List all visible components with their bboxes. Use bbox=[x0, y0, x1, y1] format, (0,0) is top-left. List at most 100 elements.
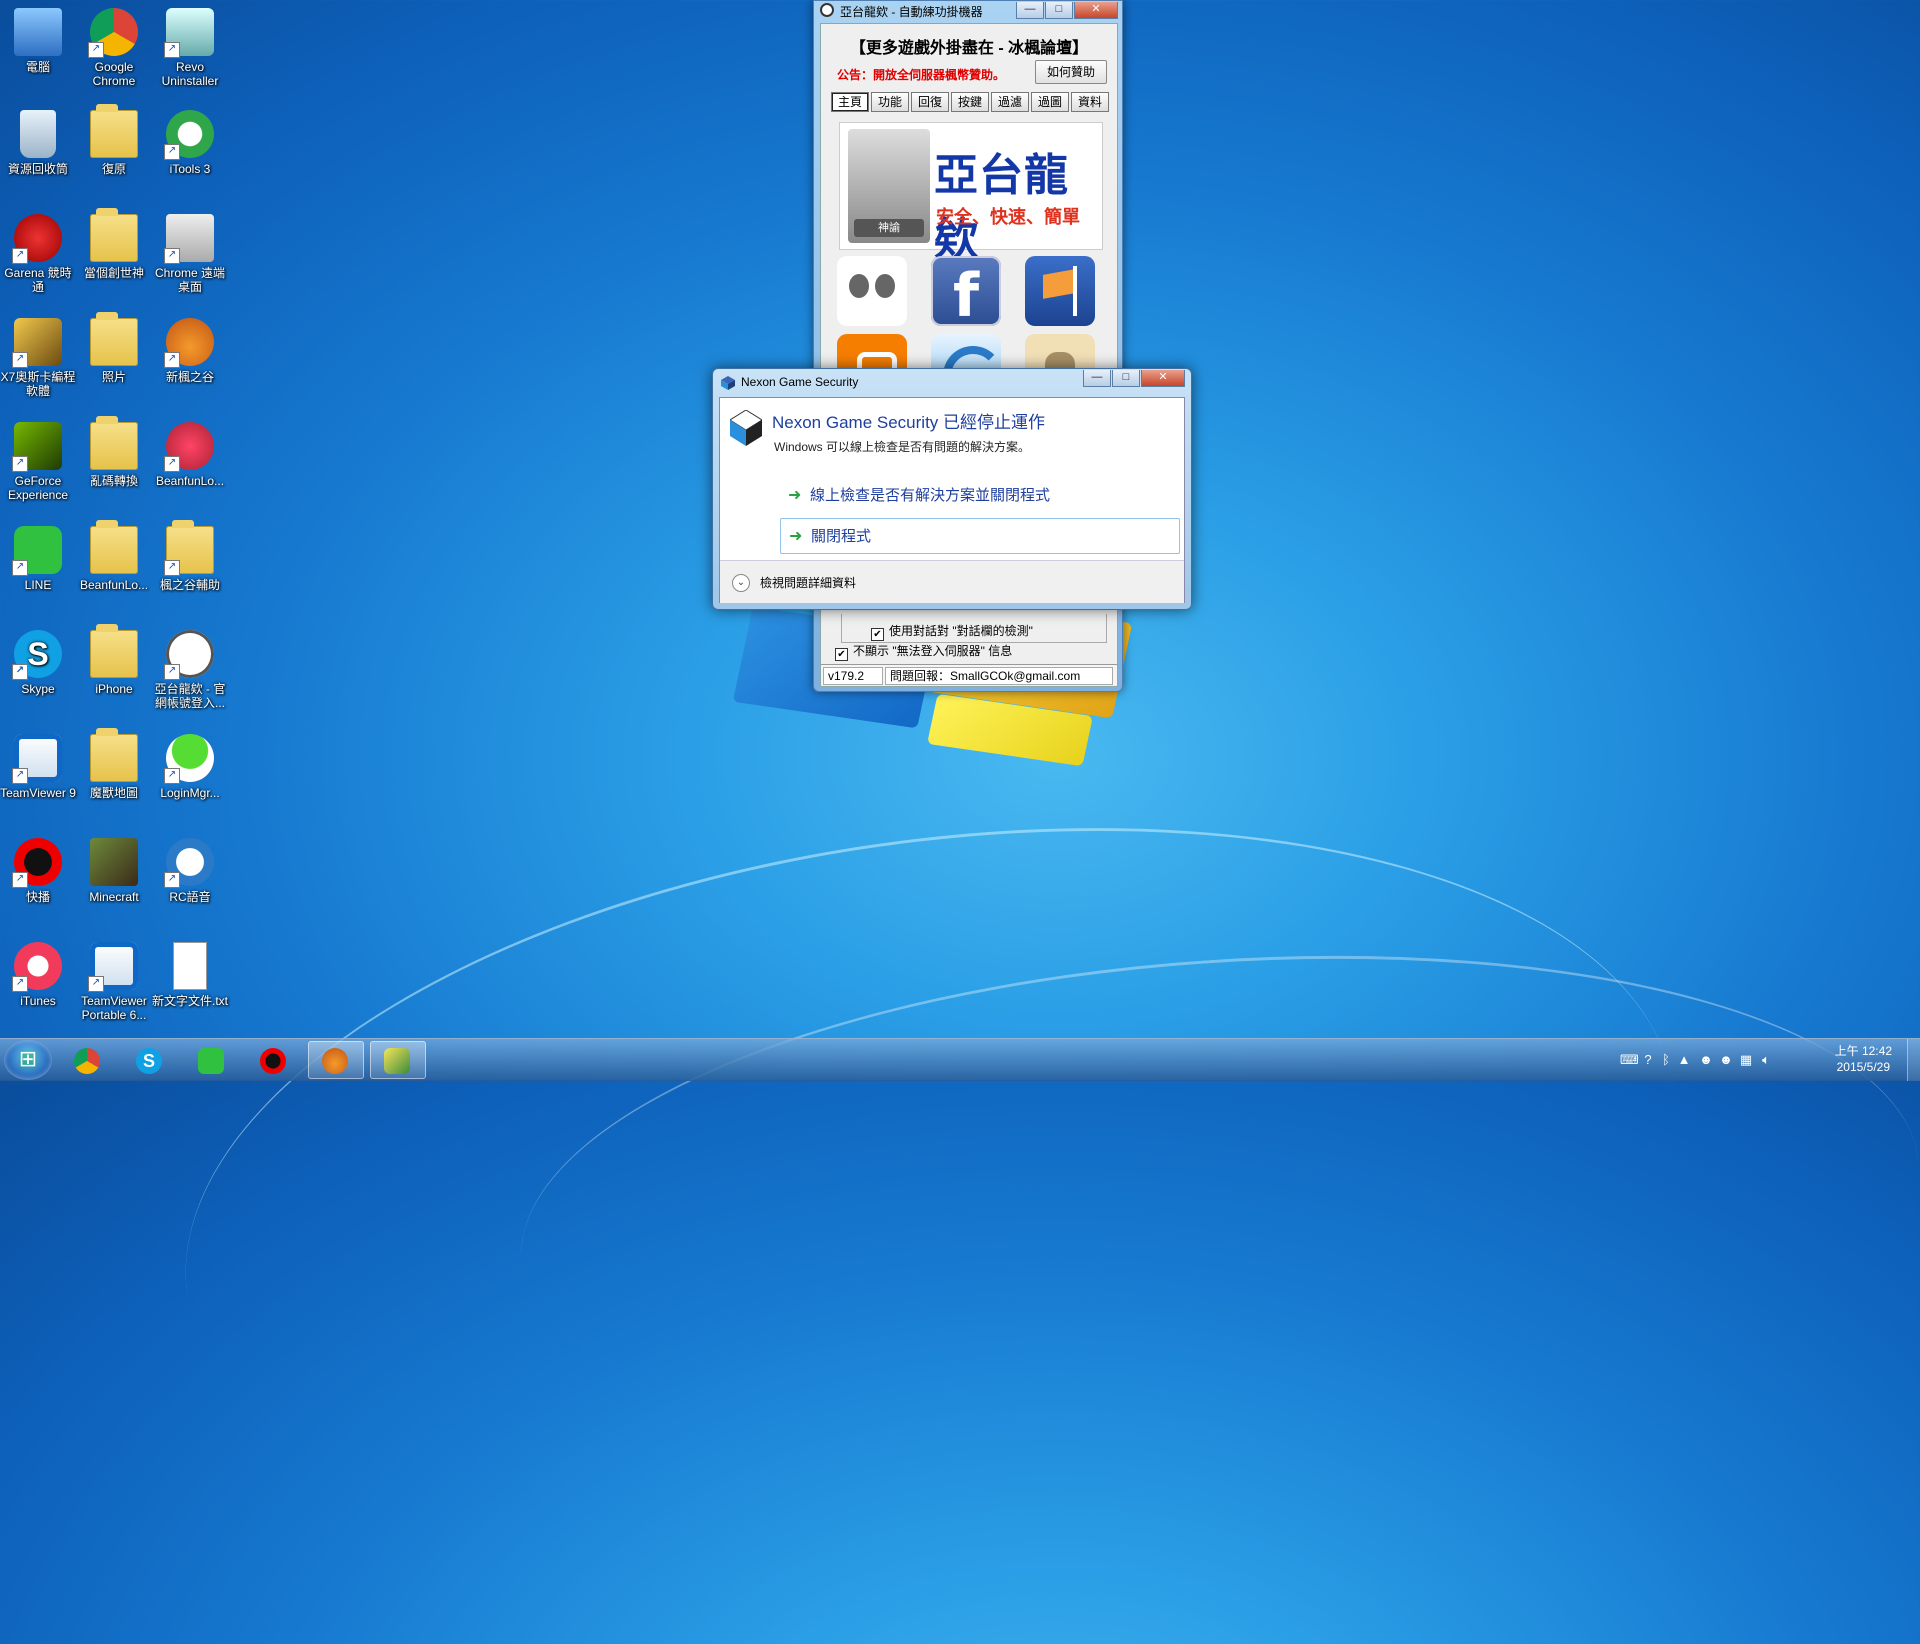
desktop-icon-rc-voice[interactable]: ↗ RC語音 bbox=[152, 838, 228, 904]
minimize-button[interactable]: — bbox=[1083, 370, 1111, 387]
check-online-button[interactable]: ➜ 線上檢查是否有解決方案並關閉程式 bbox=[780, 478, 1180, 514]
desktop-icon-chrome-remote[interactable]: ↗ Chrome 遠端桌面 bbox=[152, 214, 228, 294]
itunes-icon: ↗ bbox=[12, 942, 62, 992]
keyboard-icon[interactable]: ⌨ bbox=[1620, 1052, 1639, 1068]
folder-icon bbox=[90, 416, 138, 470]
option-hide-login-error[interactable]: ✔ 不顯示 "無法登入伺服器" 信息 bbox=[835, 642, 1012, 661]
desktop-icon-iphone-folder[interactable]: iPhone bbox=[76, 624, 152, 696]
mushroom-icon: ↗ bbox=[164, 734, 214, 784]
desktop-icon-beanfun[interactable]: ↗ BeanfunLo... bbox=[152, 422, 228, 488]
app-title: 亞台龍欸 - 自動練功掛機器 bbox=[840, 5, 983, 19]
taskbar-clock[interactable]: 上午 12:42 2015/5/29 bbox=[1835, 1043, 1892, 1075]
checkbox[interactable]: ✔ bbox=[871, 628, 884, 641]
desktop-icon-garena[interactable]: ↗ Garena 競時通 bbox=[0, 214, 76, 294]
view-details-link[interactable]: 檢視問題詳細資料 bbox=[760, 574, 856, 591]
tab-data[interactable]: 資料 bbox=[1071, 92, 1109, 112]
close-button[interactable]: ✕ bbox=[1141, 370, 1185, 387]
facebook-icon[interactable]: f bbox=[931, 256, 1001, 331]
skull-icon: ↗ bbox=[164, 630, 214, 680]
skype-icon: S bbox=[136, 1048, 162, 1074]
dialog-window-controls: — □ ✕ bbox=[1082, 369, 1185, 387]
show-hidden-icons[interactable]: ▲ bbox=[1676, 1052, 1692, 1068]
garena-icon: ↗ bbox=[12, 214, 62, 264]
flag-icon[interactable] bbox=[1025, 256, 1095, 326]
checkbox[interactable]: ✔ bbox=[835, 648, 848, 661]
desktop-icon-teamviewer[interactable]: ↗ TeamViewer 9 bbox=[0, 734, 76, 800]
volume-icon[interactable]: 🔈︎ bbox=[1758, 1052, 1774, 1068]
tab-map[interactable]: 過圖 bbox=[1031, 92, 1069, 112]
app-titlebar[interactable]: 亞台龍欸 - 自動練功掛機器 — □ ✕ bbox=[814, 1, 1122, 21]
forum-header[interactable]: 【更多遊戲外掛盡在 - 冰楓論壇】 bbox=[821, 34, 1117, 58]
desktop-icon-garble-folder[interactable]: 亂碼轉換 bbox=[76, 416, 152, 488]
rc-voice-icon: ↗ bbox=[164, 838, 214, 888]
revo-uninstaller-icon: ↗ bbox=[164, 8, 214, 58]
teamviewer-icon: ↗ bbox=[88, 942, 138, 992]
taskbar-kuaibo[interactable] bbox=[246, 1041, 302, 1079]
dialog-subtext: Windows 可以線上檢查是否有問題的解決方案。 bbox=[774, 440, 1031, 454]
desktop-icon-computer[interactable]: 電腦 bbox=[0, 8, 76, 74]
geforce-icon: ↗ bbox=[12, 422, 62, 472]
dialog-footer: ⌄ 檢視問題詳細資料 bbox=[720, 560, 1184, 603]
desktop-icon-line[interactable]: ↗ LINE bbox=[0, 526, 76, 592]
desktop-icon-new-text-file[interactable]: 新文字文件.txt bbox=[152, 942, 228, 1008]
taskbar-chrome[interactable] bbox=[60, 1041, 116, 1079]
contact-email[interactable]: 問題回報：SmallGCOk@gmail.com bbox=[885, 667, 1113, 685]
minimize-button[interactable]: — bbox=[1016, 2, 1044, 19]
taskbar-skype[interactable]: S bbox=[122, 1041, 178, 1079]
kuaibo-icon: ↗ bbox=[12, 838, 62, 888]
desktop-icon-maplestory[interactable]: ↗ 新楓之谷 bbox=[152, 318, 228, 384]
desktop-icon-maple-helper-folder[interactable]: ↗ 楓之谷輔助 bbox=[152, 520, 228, 592]
desktop-icon-warcraft-maps-folder[interactable]: 魔獸地圖 bbox=[76, 728, 152, 800]
taskbar-line[interactable] bbox=[184, 1041, 240, 1079]
bluetooth-icon[interactable]: ᛒ bbox=[1658, 1052, 1674, 1068]
option-dialog-detection[interactable]: ✔ 使用對話對 "對話欄的檢測" bbox=[871, 622, 1033, 641]
green-arrow-icon: ➜ bbox=[789, 528, 803, 545]
skull-link-icon[interactable] bbox=[837, 256, 907, 326]
desktop-icon-itools[interactable]: ↗ iTools 3 bbox=[152, 110, 228, 176]
maximize-button[interactable]: □ bbox=[1045, 2, 1073, 19]
network-icon[interactable]: ▦ bbox=[1738, 1052, 1754, 1068]
line-icon: ↗ bbox=[12, 526, 62, 576]
chevron-down-icon[interactable]: ⌄ bbox=[732, 574, 750, 592]
help-icon[interactable]: ? bbox=[1640, 1052, 1656, 1068]
tab-home[interactable]: 主頁 bbox=[831, 92, 869, 112]
app-tabs: 主頁 功能 回復 按鍵 過濾 過圖 資料 bbox=[831, 92, 1111, 112]
taskbar-maplestory[interactable] bbox=[308, 1041, 364, 1079]
desktop-icon-teamviewer-portable[interactable]: ↗ TeamViewer Portable 6... bbox=[76, 942, 152, 1022]
desktop-icon-x7[interactable]: ↗ X7奧斯卡編程軟體 bbox=[0, 318, 76, 398]
pig-icon: ↗ bbox=[164, 422, 214, 472]
desktop-icon-minecraft[interactable]: Minecraft bbox=[76, 838, 152, 904]
desktop-icon-beanfun-folder[interactable]: BeanfunLo... bbox=[76, 520, 152, 592]
version-label: v179.2 bbox=[823, 667, 883, 685]
desktop-icon-itunes[interactable]: ↗ iTunes bbox=[0, 942, 76, 1008]
desktop-icon-recycle-bin[interactable]: 資源回收筒 bbox=[0, 110, 76, 176]
close-button[interactable]: ✕ bbox=[1074, 2, 1118, 19]
app-banner[interactable]: 神諭 亞台龍欸 安全、快速、簡單 bbox=[839, 122, 1103, 265]
show-desktop-button[interactable] bbox=[1907, 1039, 1920, 1081]
desktop-icon-skype[interactable]: S ↗ Skype bbox=[0, 630, 76, 696]
maximize-button[interactable]: □ bbox=[1112, 370, 1140, 387]
desktop-icon-photos-folder[interactable]: 照片 bbox=[76, 312, 152, 384]
tab-recover[interactable]: 回復 bbox=[911, 92, 949, 112]
desktop-icon-geforce[interactable]: ↗ GeForce Experience bbox=[0, 422, 76, 502]
skull-icon[interactable]: ☻ bbox=[1718, 1052, 1734, 1068]
donate-help-button[interactable]: 如何贊助 bbox=[1035, 60, 1107, 84]
close-program-button[interactable]: ➜ 關閉程式 bbox=[780, 518, 1180, 554]
tab-filter[interactable]: 過濾 bbox=[991, 92, 1029, 112]
desktop-icon-kuaibo[interactable]: ↗ 快播 bbox=[0, 838, 76, 904]
desktop-icon-restore-folder[interactable]: 復原 bbox=[76, 104, 152, 176]
desktop-icon-chrome[interactable]: ↗ Google Chrome bbox=[76, 8, 152, 88]
tab-function[interactable]: 功能 bbox=[871, 92, 909, 112]
desktop-icon-yatai-login[interactable]: ↗ 亞台龍欸 - 官網帳號登入... bbox=[152, 630, 228, 710]
computer-icon bbox=[14, 8, 62, 56]
wallpaper-swoosh bbox=[504, 911, 1920, 1512]
tab-keys[interactable]: 按鍵 bbox=[951, 92, 989, 112]
folder-icon bbox=[90, 624, 138, 678]
desktop-icon-loginmgr[interactable]: ↗ LoginMgr... bbox=[152, 734, 228, 800]
desktop-icon-revo[interactable]: ↗ Revo Uninstaller bbox=[152, 8, 228, 88]
desktop-icon-minecraft-folder[interactable]: 當個創世神 bbox=[76, 208, 152, 280]
start-button[interactable] bbox=[4, 1040, 52, 1080]
taskbar-nexon-security[interactable] bbox=[370, 1041, 426, 1079]
skull-icon[interactable]: ☻ bbox=[1698, 1052, 1714, 1068]
app-window-controls: — □ ✕ bbox=[1015, 1, 1118, 19]
